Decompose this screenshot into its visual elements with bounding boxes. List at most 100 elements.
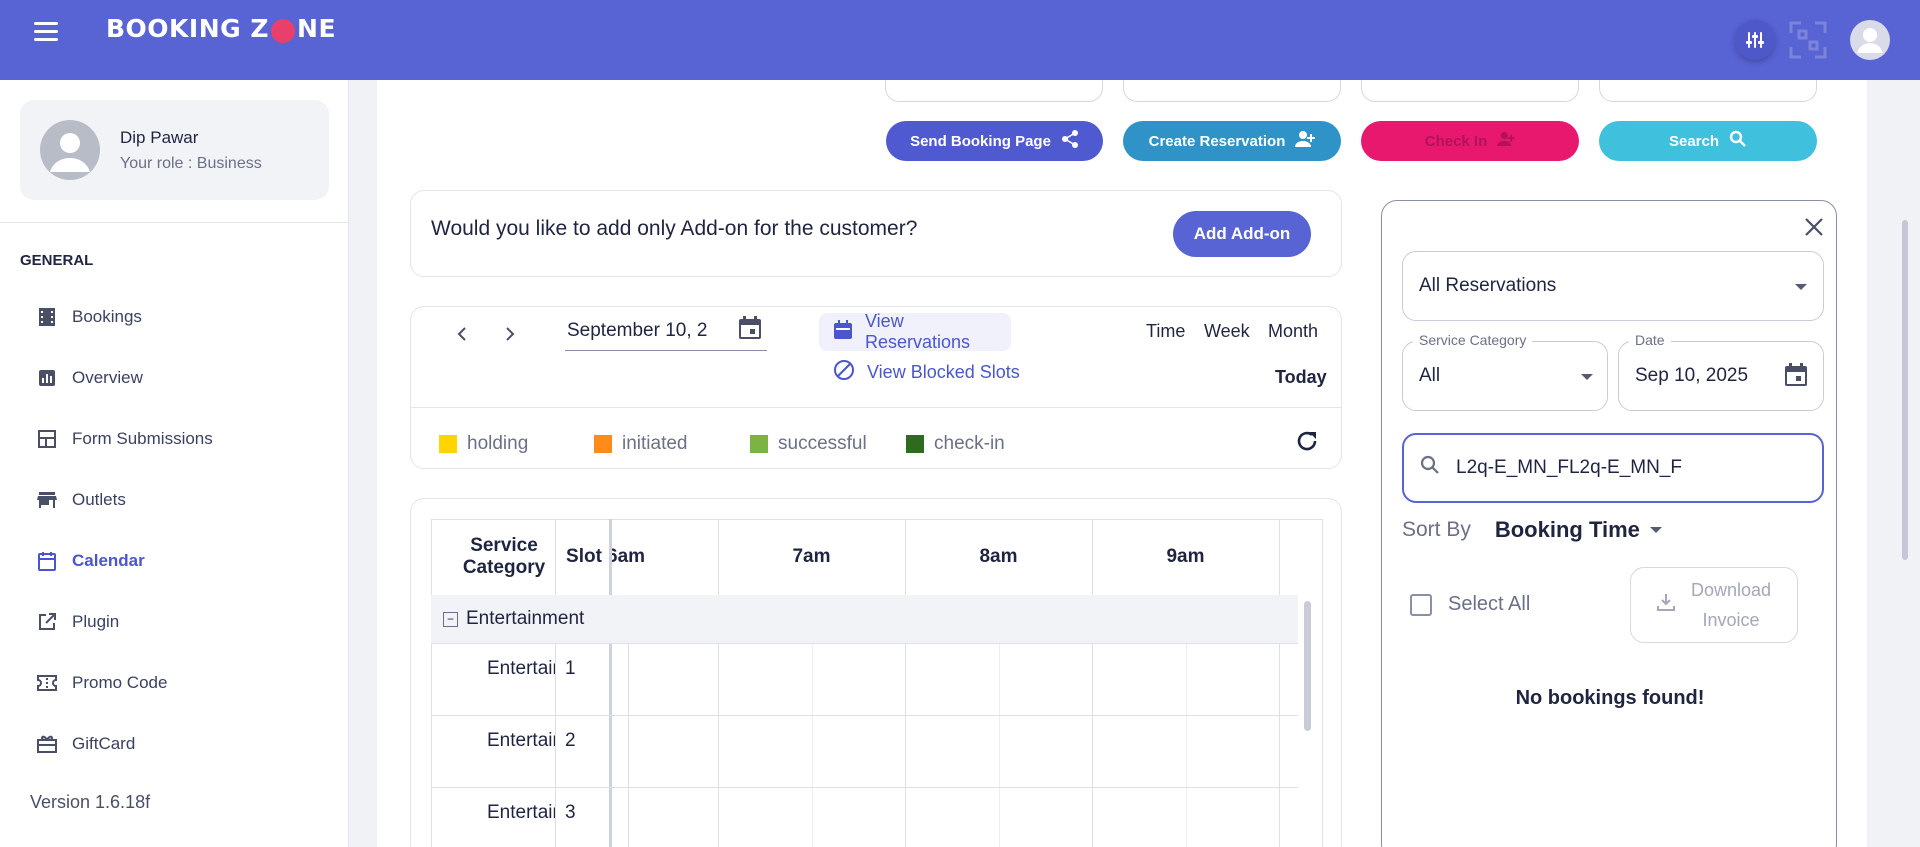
create-reservation-button[interactable]: Create Reservation (1123, 121, 1341, 161)
time-scroll-area[interactable]: 6am 7am 8am 9am (612, 519, 1298, 847)
bookings-icon (36, 306, 58, 328)
sidebar-item-overview[interactable]: Overview (20, 347, 330, 408)
date-field-value: Sep 10, 2025 (1635, 365, 1749, 386)
legend-check-in: check-in (906, 433, 1005, 455)
calendar-toolbar: September 10, 2 View Reservations View B… (410, 306, 1342, 469)
col-header-slot: Slot (566, 546, 602, 567)
sidebar-item-calendar[interactable]: Calendar (20, 530, 330, 591)
profile-role: Your role : Business (120, 155, 262, 172)
hour-header-7am: 7am (792, 546, 831, 567)
addon-question: Would you like to add only Add-on for th… (431, 217, 918, 240)
logo-text: BOOKING Z (106, 14, 270, 43)
download-label-line: Download (1690, 580, 1772, 600)
view-time-tab[interactable]: Time (1146, 321, 1185, 342)
download-invoice-button[interactable]: Download Invoice (1630, 567, 1798, 643)
check-in-button[interactable]: Check In (1361, 121, 1579, 161)
filter-field[interactable] (885, 80, 1103, 102)
filter-field[interactable] (1599, 80, 1817, 102)
legend-initiated: initiated (594, 433, 688, 455)
scan-icon[interactable] (1788, 20, 1828, 60)
legend-holding: holding (439, 433, 528, 455)
legend-label: initiated (622, 433, 688, 454)
filter-field[interactable] (1361, 80, 1579, 102)
sidebar-item-giftcard[interactable]: GiftCard (20, 713, 330, 774)
booking-search-input[interactable]: L2q-E_MN_FL2q-E_MN_F (1402, 433, 1824, 503)
blocked-icon (833, 359, 855, 386)
row-service: Entertainment (487, 730, 555, 751)
logo-o-icon (271, 18, 296, 43)
view-reservations-label: View Reservations (865, 311, 971, 352)
sort-by: Sort By Booking Time (1402, 517, 1662, 543)
next-arrow-icon[interactable] (495, 319, 525, 349)
today-button[interactable]: Today (1275, 367, 1327, 388)
chevron-down-icon (1581, 374, 1593, 380)
sidebar-item-bookings[interactable]: Bookings (20, 286, 330, 347)
legend-successful: successful (750, 433, 867, 455)
collapse-icon[interactable]: − (443, 611, 458, 627)
version-label: Version 1.6.18f (30, 792, 151, 812)
logo-text-end: NE (297, 14, 337, 43)
legend-swatch (439, 435, 457, 453)
download-invoice-label: Download Invoice (1691, 575, 1771, 635)
button-label: Check In (1424, 132, 1488, 150)
view-reservations-button[interactable]: View Reservations (819, 311, 1011, 352)
filter-field[interactable] (1123, 80, 1341, 102)
row-slot: 3 (565, 802, 576, 823)
menu-icon[interactable] (34, 22, 58, 42)
sort-by-value: Booking Time (1494, 517, 1640, 542)
form-icon (36, 428, 58, 450)
grid-line (1322, 519, 1323, 847)
add-addon-button[interactable]: Add Add-on (1173, 211, 1311, 257)
reservations-panel: All Reservations Service Category All Da… (1381, 200, 1837, 847)
refresh-icon[interactable] (1295, 429, 1319, 458)
store-icon (36, 489, 58, 511)
select-all-checkbox[interactable]: Select All (1410, 593, 1530, 616)
account-icon[interactable] (1850, 20, 1890, 60)
avatar (40, 120, 100, 180)
sidebar-item-label: Calendar (72, 550, 145, 570)
sidebar-item-label: GiftCard (72, 733, 136, 753)
grid-line (431, 643, 1298, 644)
legend-swatch (594, 435, 612, 453)
add-person-icon (1295, 131, 1316, 151)
add-person-icon (1497, 132, 1516, 150)
select-all-label: Select All (1448, 593, 1531, 615)
sidebar-item-promo-code[interactable]: Promo Code (20, 652, 330, 713)
sort-by-select[interactable]: Booking Time (1495, 517, 1662, 543)
logo[interactable]: BOOKING Z NE (106, 14, 336, 43)
send-booking-page-button[interactable]: Send Booking Page (886, 121, 1103, 161)
promo-icon (36, 672, 58, 694)
grid-line (1279, 519, 1280, 847)
button-label: Create Reservation (1148, 132, 1286, 150)
page-scrollbar[interactable] (1902, 220, 1908, 560)
grid-line (431, 787, 1298, 788)
sidebar-item-plugin[interactable]: Plugin (20, 591, 330, 652)
grid-line (555, 519, 556, 847)
chevron-down-icon (1795, 284, 1807, 290)
group-toggle[interactable]: − Entertainment (443, 608, 584, 630)
service-category-select[interactable]: Service Category All (1402, 332, 1608, 411)
sidebar-item-outlets[interactable]: Outlets (20, 469, 330, 530)
sidebar-section-title: GENERAL (20, 252, 94, 269)
share-icon (1061, 130, 1079, 152)
reservation-filter-value: All Reservations (1419, 275, 1557, 296)
date-field[interactable]: Date Sep 10, 2025 (1618, 332, 1824, 411)
profile-card[interactable]: Dip Pawar Your role : Business (20, 100, 329, 200)
view-month-tab[interactable]: Month (1268, 321, 1318, 342)
view-week-tab[interactable]: Week (1204, 321, 1250, 342)
calendar-picker-icon[interactable] (737, 315, 763, 346)
giftcard-icon (36, 733, 58, 755)
checkbox[interactable] (1410, 593, 1432, 616)
search-button[interactable]: Search (1599, 121, 1817, 161)
prev-arrow-icon[interactable] (447, 319, 477, 349)
tune-icon[interactable] (1735, 20, 1775, 60)
view-blocked-slots-button[interactable]: View Blocked Slots (833, 359, 1020, 386)
overview-icon (36, 367, 58, 389)
close-icon[interactable] (1800, 213, 1828, 241)
grid-scrollbar[interactable] (1304, 601, 1311, 731)
reservation-filter-select[interactable]: All Reservations (1402, 251, 1824, 321)
search-value: L2q-E_MN_FL2q-E_MN_F (1456, 457, 1682, 478)
sidebar-item-form-submissions[interactable]: Form Submissions (20, 408, 330, 469)
button-label: Search (1668, 132, 1720, 150)
calendar-picker-icon[interactable] (1783, 362, 1809, 394)
